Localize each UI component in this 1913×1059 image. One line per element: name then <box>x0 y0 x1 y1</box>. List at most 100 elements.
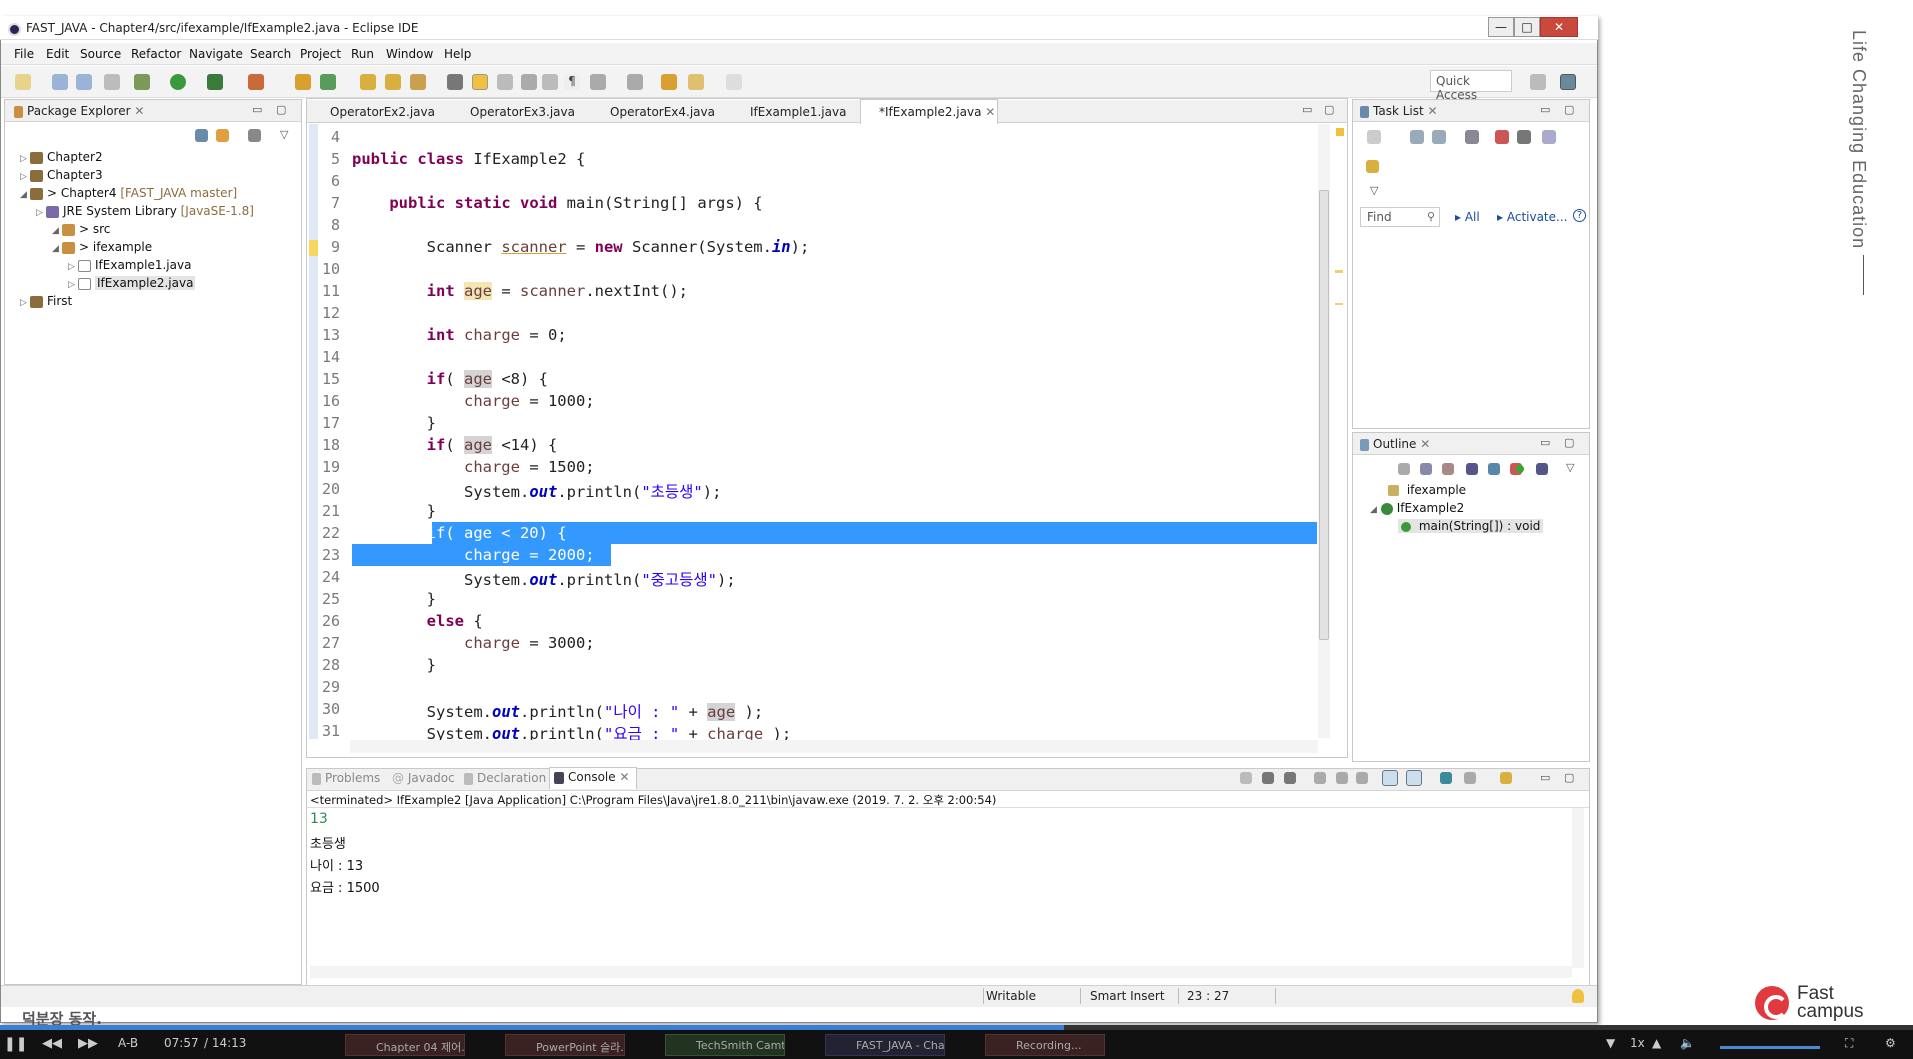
editor-scroll-thumb[interactable] <box>1319 190 1329 640</box>
menu-navigate[interactable]: Navigate <box>189 47 243 61</box>
find-input[interactable]: Find ⚲ <box>1360 207 1440 227</box>
editor-maximize-icon[interactable]: ▢ <box>1324 103 1334 116</box>
show-stdout-icon[interactable] <box>1382 770 1398 786</box>
code-line[interactable]: charge = 2000; <box>352 546 595 564</box>
ab-repeat-button[interactable]: A-B <box>118 1036 138 1050</box>
view-menu-icon[interactable]: ▽ <box>280 128 288 141</box>
skip-breakpoints-icon[interactable] <box>104 74 120 90</box>
word-wrap-icon[interactable] <box>521 74 537 90</box>
close-button[interactable]: ✕ <box>1540 17 1578 37</box>
new-task-icon[interactable] <box>1367 130 1381 144</box>
prev-annotation-icon[interactable] <box>627 74 643 90</box>
hide-static-icon[interactable] <box>1488 463 1500 475</box>
minimize-pane-icon[interactable]: ▭ <box>1540 436 1550 449</box>
show-stderr-icon[interactable] <box>1406 770 1422 786</box>
code-line[interactable]: Scanner scanner = new Scanner(System.in)… <box>352 238 810 256</box>
editor-minimize-icon[interactable]: ▭ <box>1302 103 1312 116</box>
filter-icon[interactable] <box>248 129 261 142</box>
terminate-icon[interactable] <box>1240 772 1252 784</box>
tab-operatorex2[interactable]: OperatorEx2.java <box>312 101 435 123</box>
chevron-up-icon[interactable]: ▲ <box>1652 1036 1661 1050</box>
code-line[interactable]: System.out.println("나이 : " + age ); <box>352 700 763 722</box>
task-repo-icon[interactable] <box>1366 160 1379 173</box>
rewind-icon[interactable]: ◀◀ <box>42 1036 62 1051</box>
volume-icon[interactable]: 🔈 <box>1680 1036 1695 1050</box>
close-tab-icon[interactable]: ✕ <box>985 105 995 119</box>
all-link[interactable]: ▸ All <box>1455 210 1480 224</box>
code-line[interactable]: int age = scanner.nextInt(); <box>352 282 688 300</box>
menu-refactor[interactable]: Refactor <box>131 47 181 61</box>
code-line[interactable]: } <box>352 502 436 520</box>
taskbar-item[interactable]: PowerPoint 슬라... <box>505 1034 625 1056</box>
tree-item-ifexample1[interactable]: ▷ IfExample1.java <box>68 258 191 272</box>
tab-problems[interactable]: Problems <box>312 771 380 785</box>
maximize-pane-icon[interactable]: ▢ <box>1564 436 1574 449</box>
playback-speed[interactable]: 1x <box>1630 1036 1645 1050</box>
open-task-icon[interactable] <box>385 74 401 90</box>
save-icon[interactable] <box>52 74 68 90</box>
collapse-all-icon[interactable] <box>1398 463 1410 475</box>
code-line[interactable]: System.out.println("초등생"); <box>352 480 721 502</box>
lightbulb-icon[interactable] <box>1572 989 1584 1003</box>
highlight-icon[interactable] <box>472 74 488 90</box>
open-perspective-icon[interactable] <box>1530 74 1546 90</box>
menu-search[interactable]: Search <box>250 47 291 61</box>
sync-icon[interactable] <box>1517 130 1531 144</box>
tree-item-first[interactable]: ▷ First <box>20 294 72 308</box>
tree-item-chapter2[interactable]: ▷ Chapter2 <box>20 150 103 164</box>
menu-run[interactable]: Run <box>351 47 374 61</box>
outline-item-package[interactable]: ifexample <box>1388 483 1466 497</box>
filter-completed-icon[interactable] <box>1465 130 1479 144</box>
code-line[interactable]: } <box>352 656 436 674</box>
remove-launch-icon[interactable] <box>1262 772 1274 784</box>
code-line[interactable]: charge = 1000; <box>352 392 595 410</box>
maximize-pane-icon[interactable]: ▢ <box>276 103 286 116</box>
menu-window[interactable]: Window <box>386 47 433 61</box>
tab-console[interactable]: Console ✕ <box>549 767 637 789</box>
new-class-icon[interactable] <box>320 74 336 90</box>
hide-local-icon[interactable] <box>1536 463 1548 475</box>
show-whitespace-icon[interactable] <box>542 74 558 90</box>
external-tools-icon[interactable] <box>248 74 264 90</box>
scheduled-icon[interactable] <box>1432 130 1446 144</box>
task-menu-icon[interactable]: ▽ <box>1370 184 1378 197</box>
quick-access-input[interactable]: Quick Access <box>1430 70 1512 102</box>
last-edit-icon[interactable] <box>661 74 677 90</box>
forward-icon[interactable]: ▶▶ <box>78 1036 98 1051</box>
sort-alpha-icon[interactable] <box>1442 463 1454 475</box>
link-editor-icon[interactable] <box>216 129 229 142</box>
menu-help[interactable]: Help <box>444 47 471 61</box>
pause-icon[interactable]: ❚❚ <box>4 1036 27 1052</box>
console-horizontal-scrollbar[interactable] <box>310 966 1572 978</box>
code-line[interactable]: int charge = 0; <box>352 326 567 344</box>
tab-ifexample2-active[interactable]: *IfExample2.java ✕ <box>860 99 998 124</box>
taskbar-item[interactable]: TechSmith Camt... <box>665 1034 785 1056</box>
tab-operatorex4[interactable]: OperatorEx4.java <box>592 101 715 123</box>
search-icon[interactable] <box>410 74 426 90</box>
tab-declaration[interactable]: Declaration <box>464 771 546 785</box>
remove-all-icon[interactable] <box>1284 772 1296 784</box>
settings-icon[interactable]: ⚙ <box>1885 1036 1896 1050</box>
new-icon[interactable] <box>15 74 31 90</box>
code-line[interactable]: if( age <8) { <box>352 370 548 388</box>
help-icon[interactable]: ? <box>1573 209 1586 222</box>
outline-item-class[interactable]: ◢ IfExample2 <box>1370 501 1464 515</box>
close-tab-icon[interactable]: ✕ <box>1420 437 1430 451</box>
tab-javadoc[interactable]: @ Javadoc <box>392 771 455 785</box>
code-line[interactable]: public class IfExample2 { <box>352 150 585 168</box>
minimize-pane-icon[interactable]: ▭ <box>252 103 262 116</box>
back-icon[interactable] <box>688 74 704 90</box>
word-wrap-icon[interactable] <box>1356 772 1368 784</box>
new-package-icon[interactable] <box>295 74 311 90</box>
block-selection-icon[interactable] <box>497 74 513 90</box>
menu-source[interactable]: Source <box>80 47 121 61</box>
taskbar-item[interactable]: FAST_JAVA - Cha... <box>825 1034 945 1056</box>
tab-operatorex3[interactable]: OperatorEx3.java <box>452 101 575 123</box>
code-line[interactable]: charge = 3000; <box>352 634 595 652</box>
outline-menu-icon[interactable]: ▽ <box>1566 461 1574 474</box>
categorized-icon[interactable] <box>1410 130 1424 144</box>
tree-item-jre[interactable]: ▷ JRE System Library [JavaSE-1.8] <box>36 204 254 218</box>
maximize-pane-icon[interactable]: ▢ <box>1564 771 1574 784</box>
close-tab-icon[interactable]: ✕ <box>134 104 144 118</box>
maximize-pane-icon[interactable]: ▢ <box>1564 103 1574 116</box>
